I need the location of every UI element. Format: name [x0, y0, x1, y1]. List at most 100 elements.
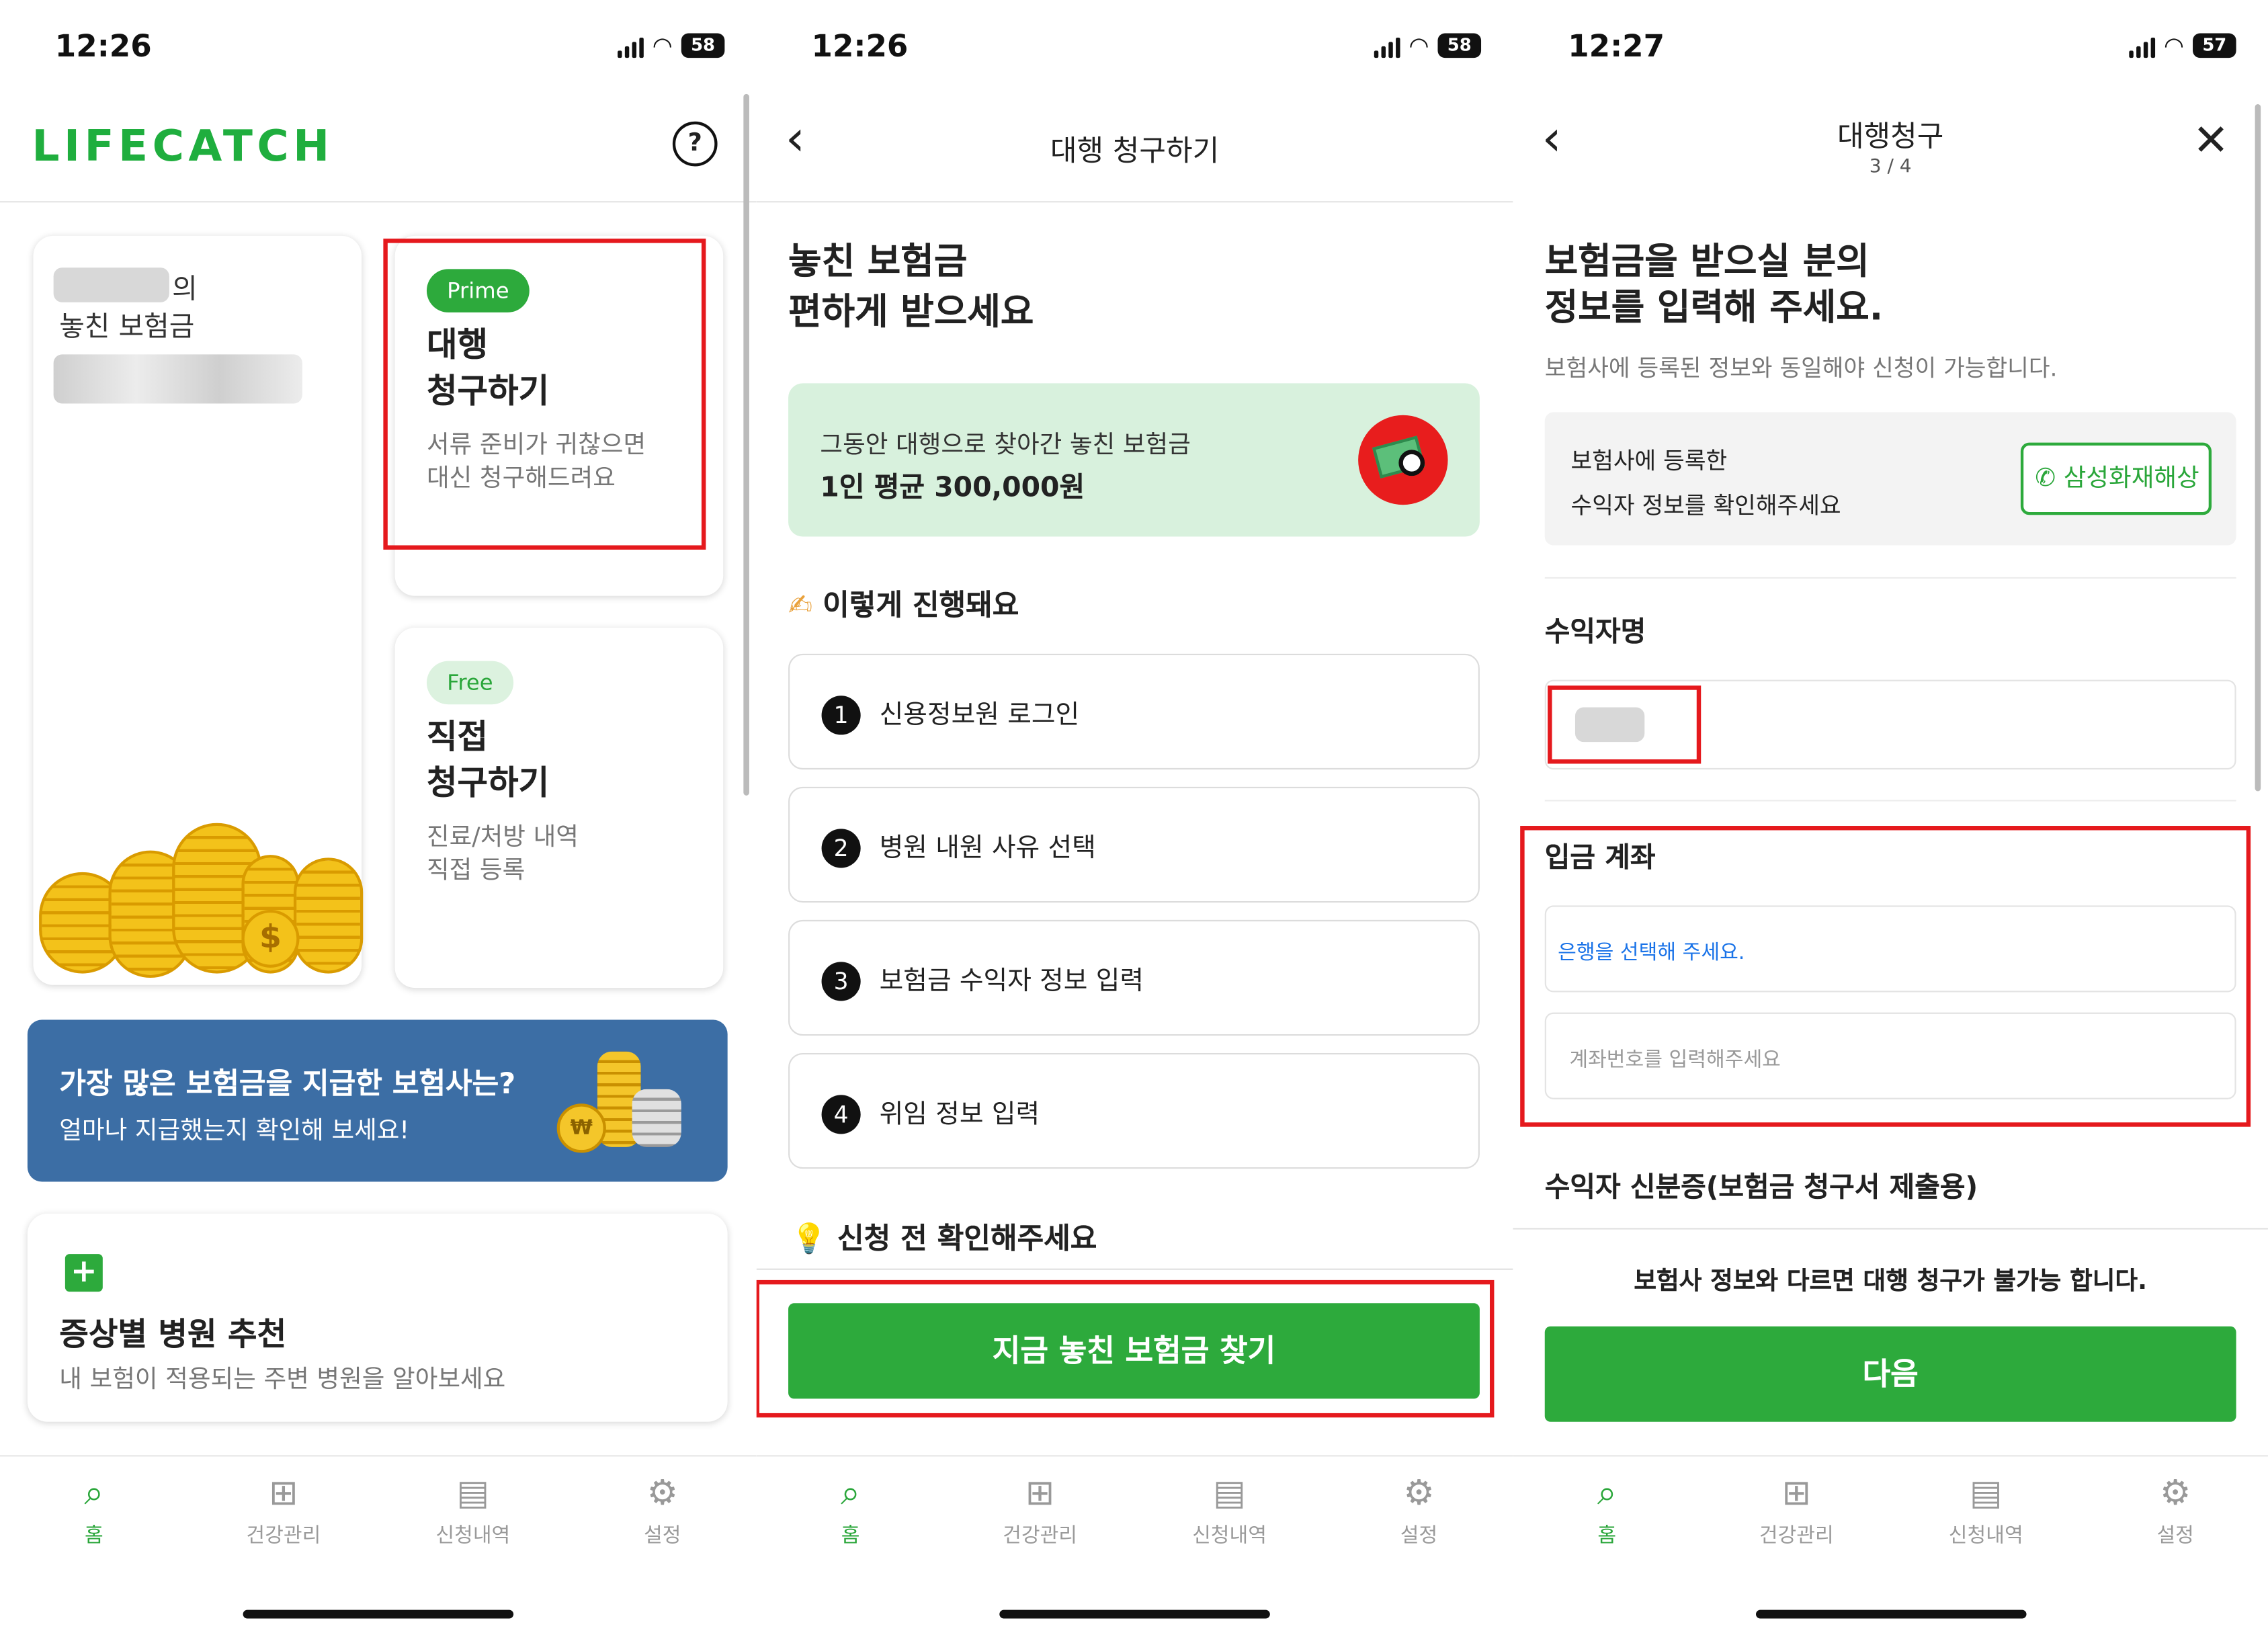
won-coin-icon: ₩	[556, 1103, 606, 1153]
tab-home[interactable]: ⌕ 홈	[22, 1471, 166, 1549]
home-screen: 12:26 ◠ 58 LIFECATCH ? 의 놓친 보험금 $ Prime …	[0, 0, 757, 1636]
dollar-coin-icon: $	[241, 909, 300, 968]
home-indicator	[243, 1609, 514, 1619]
scrollbar[interactable]	[2255, 103, 2261, 792]
top-insurer-banner[interactable]: 가장 많은 보험금을 지급한 보험사는? 얼마나 지급했는지 확인해 보세요! …	[27, 1019, 728, 1182]
status-bar: 12:26 ◠ 58	[757, 26, 1513, 70]
page-headline: 놓친 보험금 편하게 받으세요	[788, 240, 1034, 333]
account-highlight-box	[1520, 826, 2251, 1127]
cellular-signal-icon	[2129, 34, 2156, 58]
proxy-claim-intro-screen: 12:26 ◠ 58 ‹ 대행 청구하기 놓친 보험금 편하게 받으세요 그동안…	[756, 0, 1513, 1636]
name-highlight-box	[1548, 685, 1702, 764]
cta-highlight-box	[756, 1279, 1495, 1418]
check-title: 신청 전 확인해주세요	[837, 1220, 1097, 1256]
status-time: 12:26	[54, 29, 152, 64]
coin-pile-illustration: $	[39, 814, 364, 981]
document-icon: ▤	[456, 1472, 490, 1513]
header-divider	[0, 201, 757, 203]
free-card-desc: 진료/처방 내역 직접 등록	[426, 823, 579, 886]
hospital-card-desc: 내 보험이 적용되는 주변 병원을 알아보세요	[59, 1365, 506, 1394]
hospital-recommend-card[interactable]: + 증상별 병원 추천 내 보험이 적용되는 주변 병원을 알아보세요	[27, 1213, 728, 1422]
gear-icon: ⚙	[646, 1472, 678, 1513]
header-title: 대행청구	[1837, 118, 1944, 154]
call-insurer-button[interactable]: ✆ 삼성화재해상	[2020, 442, 2212, 515]
tab-history[interactable]: ▤ 신청내역	[1157, 1471, 1302, 1549]
bottom-tab-bar: ⌕ 홈 ⊞ 건강관리 ▤ 신청내역 ⚙ 설정	[756, 1455, 1513, 1636]
footer-divider	[1513, 1228, 2268, 1230]
section-divider	[1544, 800, 2236, 802]
hospital-card-title: 증상별 병원 추천	[59, 1317, 287, 1354]
home-indicator	[999, 1609, 1270, 1619]
next-button[interactable]: 다음	[1544, 1326, 2236, 1422]
plus-square-icon: ⊞	[1025, 1472, 1055, 1513]
money-search-icon	[1358, 415, 1448, 505]
banner-subtitle: 얼마나 지급했는지 확인해 보세요!	[59, 1116, 410, 1146]
info-line1: 그동안 대행으로 찾아간 놓친 보험금	[820, 431, 1191, 460]
tab-home[interactable]: ⌕ 홈	[1535, 1471, 1679, 1549]
average-amount-box: 그동안 대행으로 찾아간 놓친 보험금 1인 평균 300,000원	[788, 383, 1480, 537]
tab-health[interactable]: ⊞ 건강관리	[211, 1471, 355, 1549]
tab-settings[interactable]: ⚙ 설정	[2103, 1471, 2248, 1549]
blurred-username	[53, 267, 169, 302]
header-title: 대행 청구하기	[1050, 133, 1220, 168]
step-item: 1 신용정보원 로그인	[788, 653, 1480, 770]
tab-settings[interactable]: ⚙ 설정	[590, 1471, 734, 1549]
missed-card-suffix: 의	[172, 273, 198, 306]
home-search-icon: ⌕	[841, 1472, 861, 1513]
page-headline: 보험금을 받으실 분의 정보를 입력해 주세요.	[1544, 240, 1884, 329]
free-badge: Free	[426, 661, 513, 705]
step-item: 3 보험금 수익자 정보 입력	[788, 919, 1480, 1036]
info-line2: 1인 평균 300,000원	[820, 471, 1085, 504]
plus-square-icon: ⊞	[269, 1472, 298, 1513]
banner-title: 가장 많은 보험금을 지급한 보험사는?	[59, 1066, 516, 1101]
help-icon[interactable]: ?	[672, 121, 718, 167]
bottom-tab-bar: ⌕ 홈 ⊞ 건강관리 ▤ 신청내역 ⚙ 설정	[0, 1455, 757, 1636]
process-heading: ✍ 이렇게 진행돼요	[788, 581, 1019, 623]
screenshot-stage: 12:26 ◠ 58 LIFECATCH ? 의 놓친 보험금 $ Prime …	[0, 0, 2268, 1636]
insurer-line2: 수익자 정보를 확인해주세요	[1570, 491, 1841, 519]
header-divider	[756, 201, 1513, 203]
cta-divider	[756, 1268, 1513, 1270]
free-claim-card[interactable]: Free 직접 청구하기 진료/처방 내역 직접 등록	[394, 628, 724, 989]
document-icon: ▤	[1213, 1472, 1246, 1513]
check-heading: 💡 신청 전 확인해주세요	[791, 1215, 1097, 1257]
home-search-icon: ⌕	[1597, 1472, 1617, 1513]
id-card-label: 수익자 신분증(보험금 청구서 제출용)	[1544, 1171, 1978, 1204]
document-icon: ▤	[1969, 1472, 2003, 1513]
page-subtext: 보험사에 등록된 정보와 동일해야 신청이 가능합니다.	[1544, 354, 2058, 382]
lightbulb-icon: 💡	[791, 1220, 827, 1256]
step-item: 4 위임 정보 입력	[788, 1052, 1480, 1169]
free-card-title: 직접 청구하기	[426, 718, 550, 803]
home-indicator	[1756, 1609, 2027, 1619]
status-bar: 12:26 ◠ 58	[0, 26, 757, 70]
missed-card-title: 놓친 보험금	[59, 310, 195, 343]
medical-plus-icon: +	[65, 1254, 103, 1292]
gear-icon: ⚙	[2160, 1472, 2191, 1513]
battery-icon: 58	[681, 33, 725, 58]
cellular-signal-icon	[618, 34, 644, 58]
insurer-line1: 보험사에 등록한	[1570, 447, 1728, 474]
scrollbar[interactable]	[743, 93, 749, 796]
wifi-icon: ◠	[2164, 32, 2185, 60]
missed-insurance-card[interactable]: 의 놓친 보험금 $	[33, 235, 364, 985]
tab-history[interactable]: ▤ 신청내역	[401, 1471, 545, 1549]
writing-hand-icon: ✍	[788, 587, 813, 622]
home-search-icon: ⌕	[84, 1472, 104, 1513]
wifi-icon: ◠	[652, 32, 673, 60]
status-time: 12:27	[1568, 29, 1665, 64]
phone-icon: ✆	[2035, 464, 2056, 493]
process-title: 이렇게 진행돼요	[823, 587, 1019, 622]
section-divider	[1544, 577, 2236, 579]
tab-settings[interactable]: ⚙ 설정	[1347, 1471, 1491, 1549]
tab-history[interactable]: ▤ 신청내역	[1914, 1471, 2058, 1549]
tab-health[interactable]: ⊞ 건강관리	[968, 1471, 1112, 1549]
tab-health[interactable]: ⊞ 건강관리	[1724, 1471, 1869, 1549]
blurred-amount	[53, 354, 302, 404]
close-icon[interactable]: ✕	[2193, 116, 2229, 166]
tab-home[interactable]: ⌕ 홈	[778, 1471, 923, 1549]
step-indicator: 3 / 4	[1869, 156, 1912, 178]
mismatch-warning: 보험사 정보와 다르면 대행 청구가 불가능 합니다.	[1634, 1267, 2148, 1296]
step-item: 2 병원 내원 사유 선택	[788, 786, 1480, 903]
wifi-icon: ◠	[1409, 32, 1429, 60]
beneficiary-label: 수익자명	[1544, 616, 1646, 648]
